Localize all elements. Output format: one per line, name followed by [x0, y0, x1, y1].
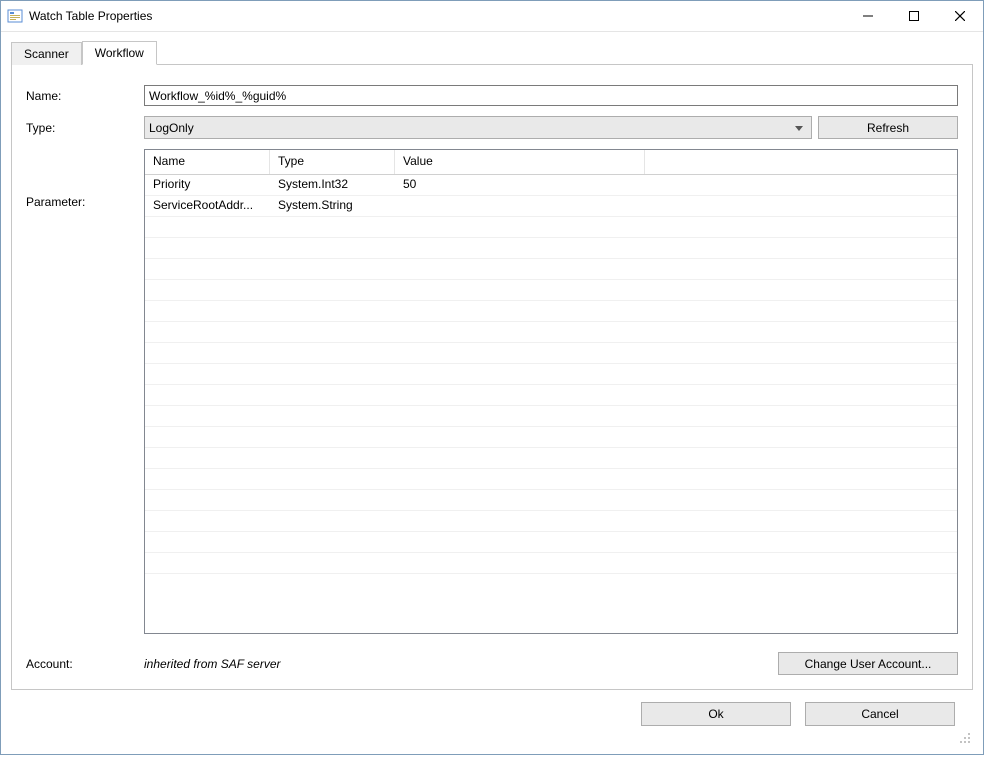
cell-value: 50 [395, 175, 645, 195]
table-row-empty [145, 364, 957, 385]
table-row[interactable]: PrioritySystem.Int3250 [145, 175, 957, 196]
cell-value [395, 196, 645, 216]
window-title: Watch Table Properties [29, 9, 845, 23]
tab-scanner[interactable]: Scanner [11, 42, 82, 65]
table-row-empty [145, 406, 957, 427]
table-row-empty [145, 553, 957, 574]
input-name[interactable] [144, 85, 958, 106]
table-row-empty [145, 448, 957, 469]
cell-rest [645, 196, 957, 216]
dialog-window: Watch Table Properties Scanner Workflow … [0, 0, 984, 755]
table-row-empty [145, 280, 957, 301]
table-row-empty [145, 217, 957, 238]
parameter-grid[interactable]: Name Type Value PrioritySystem.Int3250Se… [144, 149, 958, 634]
col-header-rest [645, 150, 957, 174]
row-parameter: Parameter: Name Type Value PrioritySyste… [26, 149, 958, 634]
cell-rest [645, 175, 957, 195]
table-row-empty [145, 532, 957, 553]
table-row-empty [145, 322, 957, 343]
combo-type[interactable]: LogOnly [144, 116, 812, 139]
dialog-footer: Ok Cancel [11, 690, 973, 746]
cell-type: System.Int32 [270, 175, 395, 195]
change-user-account-button[interactable]: Change User Account... [778, 652, 958, 675]
minimize-button[interactable] [845, 1, 891, 31]
titlebar: Watch Table Properties [1, 1, 983, 32]
row-name: Name: [26, 85, 958, 106]
label-parameter: Parameter: [26, 149, 144, 634]
table-row-empty [145, 427, 957, 448]
table-row-empty [145, 469, 957, 490]
cell-type: System.String [270, 196, 395, 216]
grid-body: PrioritySystem.Int3250ServiceRootAddr...… [145, 175, 957, 633]
refresh-button[interactable]: Refresh [818, 116, 958, 139]
close-button[interactable] [937, 1, 983, 31]
label-name: Name: [26, 89, 144, 103]
cell-name: ServiceRootAddr... [145, 196, 270, 216]
col-header-type[interactable]: Type [270, 150, 395, 174]
row-type: Type: LogOnly Refresh [26, 116, 958, 139]
table-row[interactable]: ServiceRootAddr...System.String [145, 196, 957, 217]
chevron-down-icon [791, 121, 807, 135]
tab-workflow[interactable]: Workflow [82, 41, 157, 65]
table-row-empty [145, 343, 957, 364]
app-icon [7, 8, 23, 24]
label-type: Type: [26, 121, 144, 135]
table-row-empty [145, 385, 957, 406]
cell-name: Priority [145, 175, 270, 195]
table-row-empty [145, 490, 957, 511]
window-controls [845, 1, 983, 31]
tab-panel-workflow: Name: Type: LogOnly Refresh [11, 64, 973, 690]
client-area: Scanner Workflow Name: Type: LogOnly [1, 32, 983, 754]
table-row-empty [145, 511, 957, 532]
maximize-button[interactable] [891, 1, 937, 31]
table-row-empty [145, 259, 957, 280]
cancel-button[interactable]: Cancel [805, 702, 955, 726]
value-account: inherited from SAF server [144, 657, 778, 671]
tab-strip: Scanner Workflow [11, 40, 973, 64]
col-header-name[interactable]: Name [145, 150, 270, 174]
grid-header: Name Type Value [145, 150, 957, 175]
ok-button[interactable]: Ok [641, 702, 791, 726]
col-header-value[interactable]: Value [395, 150, 645, 174]
row-account: Account: inherited from SAF server Chang… [26, 652, 958, 675]
table-row-empty [145, 238, 957, 259]
label-account: Account: [26, 657, 144, 671]
table-row-empty [145, 301, 957, 322]
combo-type-value: LogOnly [149, 121, 791, 135]
resize-grip-icon[interactable] [957, 730, 971, 744]
